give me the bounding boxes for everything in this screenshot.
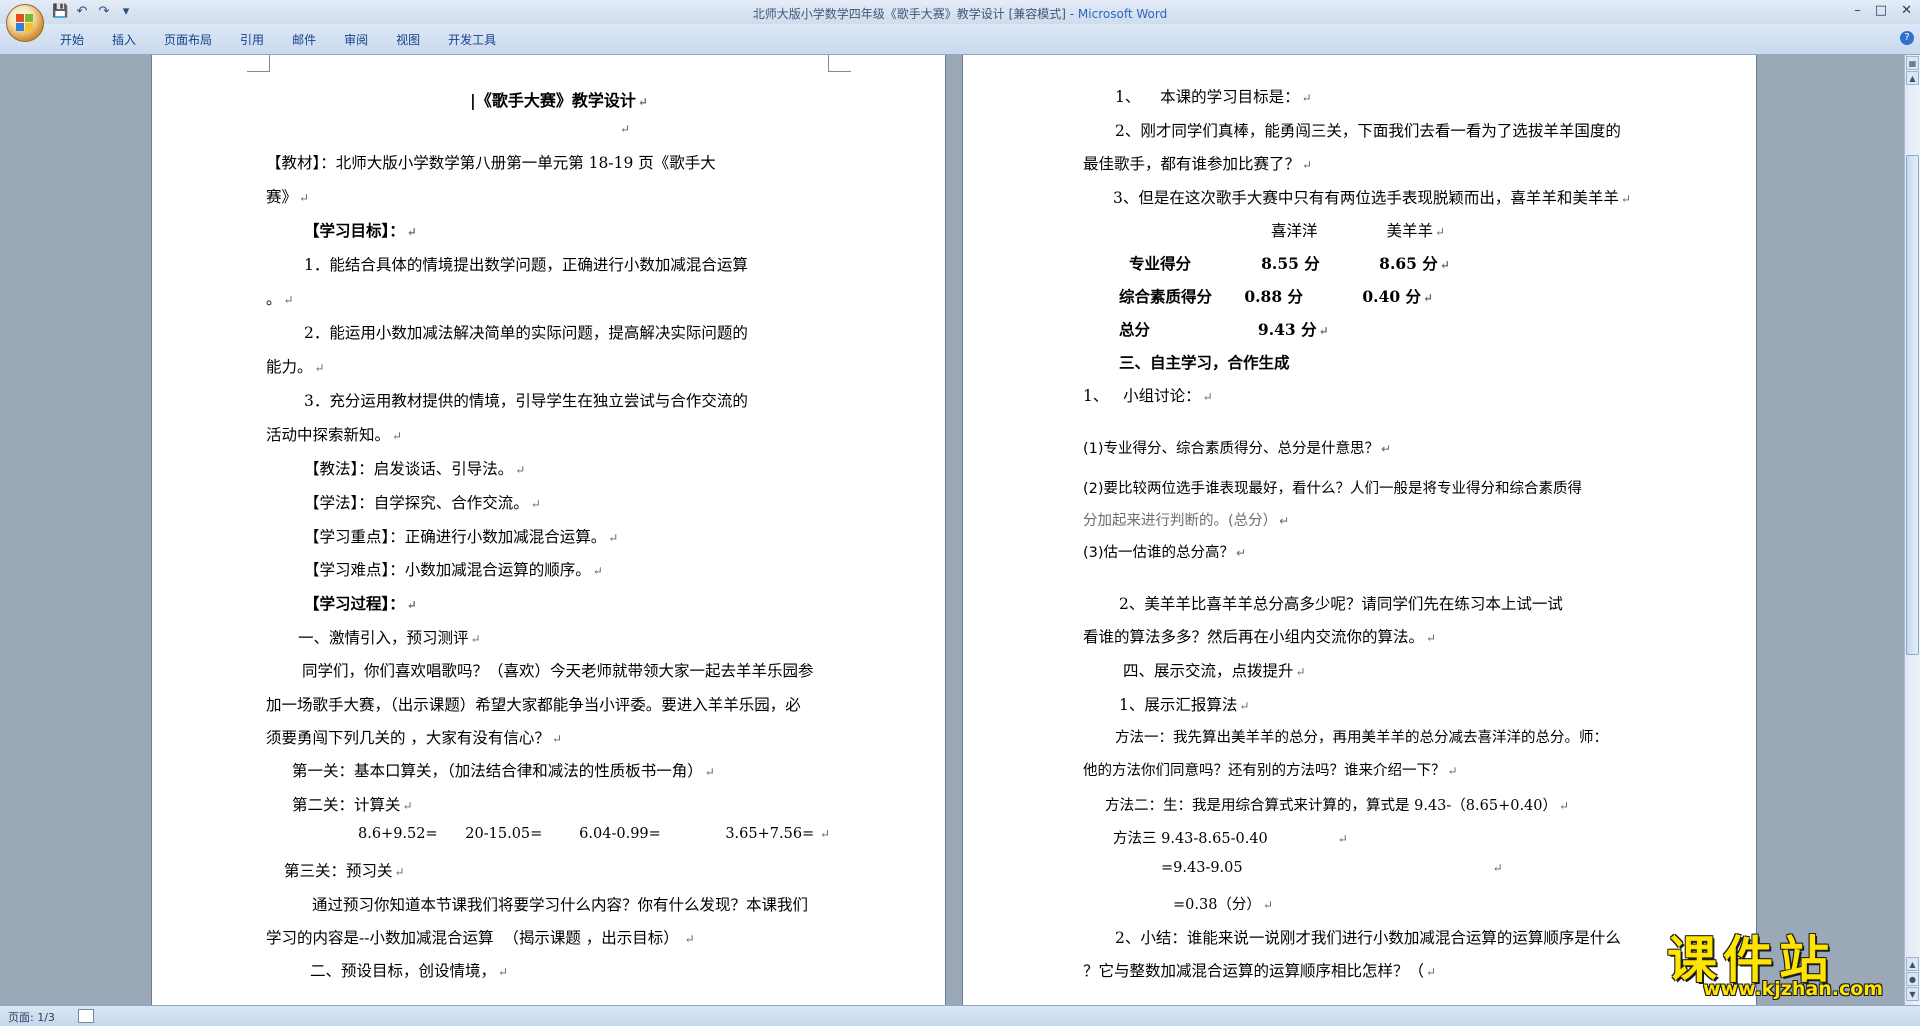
- paragraph: 同学们，你们喜欢唱歌吗？（喜欢）今天老师就带领大家一起去羊羊乐园参: [302, 662, 814, 680]
- paragraph: 第二关：计算关 ↵: [292, 796, 413, 814]
- status-bar: 页面: 1/3: [0, 1005, 1920, 1026]
- paragraph: 二、预设目标，创设情境， ↵: [310, 962, 509, 980]
- paragraph: 学习的内容是--小数加减混合运算 （揭示课题 ，出示目标） ↵: [266, 929, 695, 947]
- score-row-total: 总分 9.43 分 ↵: [1119, 320, 1329, 339]
- paragraph: 1．能结合具体的情境提出数学问题，正确进行小数加减混合运算: [304, 256, 748, 274]
- score-table-header: 喜洋洋 美羊羊 ↵: [1271, 222, 1446, 240]
- paragraph: 【学习重点】：正确进行小数加减混合运算。 ↵: [304, 528, 619, 546]
- paragraph: 他的方法你们同意吗？还有别的方法吗？谁来介绍一下？ ↵: [1083, 763, 1458, 779]
- office-logo-icon: [16, 14, 34, 32]
- scroll-up-icon[interactable]: ▲: [1906, 71, 1919, 85]
- paragraph: 3．充分运用教材提供的情境，引导学生在独立尝试与合作交流的: [304, 392, 748, 410]
- paragraph: 2、美羊羊比喜羊羊总分高多少呢？请同学们先在练习本上试一试: [1119, 595, 1563, 613]
- close-icon[interactable]: ✕: [1901, 3, 1912, 18]
- paragraph: 【学法】：自学探究、合作交流。 ↵: [304, 494, 541, 512]
- doc-title: |《歌手大赛》教学设计 ↵: [470, 91, 648, 110]
- paragraph: ？它与整数加减混合运算的运算顺序相比怎样？（ ↵: [1083, 962, 1437, 980]
- score-row-quality: 综合素质得分 0.88 分 0.40 分 ↵: [1119, 287, 1434, 306]
- tab-home[interactable]: 开始: [60, 31, 84, 48]
- paragraph: 看谁的算法多多？然后再在小组内交流你的算法。 ↵: [1083, 628, 1437, 646]
- paragraph: 三、自主学习，合作生成: [1119, 353, 1290, 372]
- title-bar: 💾 ↶ ↷ ▾ 北师大版小学数学四年级《歌手大赛》教学设计 [兼容模式] - M…: [0, 0, 1920, 25]
- paragraph: (3)估一估谁的总分高？ ↵: [1083, 545, 1247, 561]
- paragraph: 1、 小组讨论： ↵: [1083, 387, 1213, 405]
- paragraph: 方法二：生：我是用综合算式来计算的，算式是 9.43-（8.65+0.40） ↵: [1105, 798, 1570, 814]
- paragraph: 四、展示交流，点拨提升 ↵: [1123, 662, 1306, 680]
- paragraph: 1、展示汇报算法 ↵: [1119, 696, 1250, 714]
- paragraph: 3、但是在这次歌手大赛中只有有两位选手表现脱颖而出，喜羊羊和美羊羊 ↵: [1113, 189, 1631, 207]
- paragraph: 须要勇闯下列几关的 ，大家有没有信心？ ↵: [266, 729, 562, 747]
- paragraph: 【学习过程】： ↵: [304, 594, 417, 613]
- crop-mark: [828, 55, 851, 72]
- paragraph: 【教法】：启发谈话、引导法。 ↵: [304, 460, 526, 478]
- app-name: Microsoft Word: [1077, 7, 1168, 21]
- proofing-icon[interactable]: [78, 1009, 94, 1023]
- watermark-logo: 课件站 www.kjzhan.com: [1663, 920, 1913, 1005]
- paragraph: =9.43-9.05 ↵: [1161, 860, 1503, 876]
- ribbon: 开始 插入 页面布局 引用 邮件 审阅 视图 开发工具 ?: [0, 24, 1920, 55]
- paragraph: 2．能运用小数加减法解决简单的实际问题，提高解决实际问题的: [304, 324, 748, 342]
- tab-insert[interactable]: 插入: [112, 31, 136, 48]
- paragraph: =0.38（分） ↵: [1173, 897, 1273, 913]
- office-button[interactable]: [6, 4, 44, 42]
- paragraph: 加一场歌手大赛，（出示课题）希望大家都能争当小评委。要进入羊羊乐园，必: [266, 696, 801, 714]
- paragraph: 活动中探索新知。 ↵: [266, 426, 403, 444]
- paragraph: 2、刚才同学们真棒，能勇闯三关，下面我们去看一看为了选拔羊羊国度的: [1115, 122, 1621, 140]
- paragraph: 。 ↵: [266, 290, 294, 308]
- paragraph: 最佳歌手，都有谁参加比赛了？ ↵: [1083, 155, 1313, 173]
- paragraph: 一、激情引入，预习测评 ↵: [298, 629, 481, 647]
- paragraph: ↵: [620, 122, 631, 136]
- score-row-professional: 专业得分 8.55 分 8.65 分 ↵: [1129, 254, 1450, 273]
- window-controls: – □ ✕: [1854, 3, 1912, 18]
- paragraph: (1)专业得分、综合素质得分、总分是什意思？ ↵: [1083, 441, 1392, 457]
- document-area: |《歌手大赛》教学设计 ↵ ↵ 【教材】：北师大版小学数学第八册第一单元第 18-…: [0, 55, 1905, 1005]
- page-2: 1、 本课的学习目标是： ↵ 2、刚才同学们真棒，能勇闯三关，下面我们去看一看为了…: [963, 55, 1756, 1005]
- paragraph: 2、小结：谁能来说一说刚才我们进行小数加减混合运算的运算顺序是什么: [1115, 929, 1621, 947]
- paragraph: 第一关：基本口算关，（加法结合律和减法的性质板书一角） ↵: [292, 762, 715, 780]
- paragraph: 通过预习你知道本节课我们将要学习什么内容？你有什么发现？本课我们: [312, 896, 809, 914]
- scrollbar-thumb[interactable]: [1906, 155, 1919, 655]
- paragraph: 赛》 ↵: [266, 188, 310, 206]
- paragraph: 方法三 9.43-8.65-0.40 ↵: [1113, 831, 1348, 847]
- paragraph: 【学习难点】：小数加减混合运算的顺序。 ↵: [304, 561, 603, 579]
- vertical-scrollbar[interactable]: ▦ ▲ ▲ ● ▼: [1904, 55, 1920, 1005]
- paragraph: 第三关：预习关 ↵: [284, 862, 405, 880]
- tab-review[interactable]: 审阅: [344, 31, 368, 48]
- paragraph: 【学习目标】： ↵: [304, 221, 417, 240]
- tab-references[interactable]: 引用: [240, 31, 264, 48]
- minimize-icon[interactable]: –: [1854, 3, 1861, 18]
- paragraph: 8.6+9.52= 20-15.05= 6.04-0.99= 3.65+7.56…: [358, 826, 831, 842]
- paragraph: 分加起来进行判断的。(总分） ↵: [1083, 513, 1290, 529]
- tab-developer[interactable]: 开发工具: [448, 31, 496, 48]
- document-title: 北师大版小学数学四年级《歌手大赛》教学设计 [兼容模式] -: [752, 7, 1078, 21]
- ruler-toggle-icon[interactable]: ▦: [1906, 56, 1919, 70]
- ribbon-tabs: 开始 插入 页面布局 引用 邮件 审阅 视图 开发工具: [60, 31, 496, 48]
- maximize-icon[interactable]: □: [1875, 3, 1887, 18]
- paragraph: 方法一：我先算出美羊羊的总分，再用美羊羊的总分减去喜洋洋的总分。师：: [1115, 730, 1608, 746]
- paragraph: 【教材】：北师大版小学数学第八册第一单元第 18-19 页《歌手大: [266, 154, 716, 172]
- tab-page-layout[interactable]: 页面布局: [164, 31, 212, 48]
- page-1: |《歌手大赛》教学设计 ↵ ↵ 【教材】：北师大版小学数学第八册第一单元第 18-…: [152, 55, 945, 1005]
- watermark-url: www.kjzhan.com: [1703, 978, 1884, 1000]
- crop-mark: [247, 55, 270, 72]
- paragraph: 1、 本课的学习目标是： ↵: [1115, 88, 1312, 106]
- paragraph: 能力。 ↵: [266, 358, 325, 376]
- window-title: 北师大版小学数学四年级《歌手大赛》教学设计 [兼容模式] - Microsoft…: [0, 5, 1920, 22]
- help-icon[interactable]: ?: [1900, 31, 1914, 45]
- paragraph: (2)要比较两位选手谁表现最好，看什么？人们一般是将专业得分和综合素质得: [1083, 481, 1583, 497]
- tab-view[interactable]: 视图: [396, 31, 420, 48]
- page-count[interactable]: 页面: 1/3: [8, 1009, 55, 1025]
- tab-mailings[interactable]: 邮件: [292, 31, 316, 48]
